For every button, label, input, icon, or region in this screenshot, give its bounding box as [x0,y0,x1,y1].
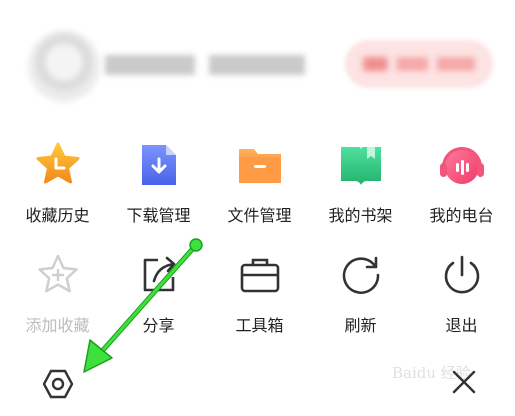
menu-item-file-manager[interactable]: 文件管理 [209,132,310,242]
menu-item-label: 分享 [142,316,175,335]
menu-item-label: 退出 [445,316,478,335]
close-button[interactable] [442,362,486,406]
headphones-icon [437,140,487,190]
menu-item-label: 下载管理 [126,206,191,225]
menu-row-2: 添加收藏 分享 工具箱 刷新 退出 [7,242,512,352]
menu-item-label: 添加收藏 [25,316,90,335]
menu-item-label: 我的书架 [328,206,393,225]
menu-item-my-bookshelf[interactable]: 我的书架 [310,132,411,242]
menu-item-label: 工具箱 [235,316,284,335]
close-icon [450,368,478,400]
vip-badge-button[interactable] [345,40,493,88]
account-header[interactable] [0,0,515,120]
username [105,55,305,75]
download-file-icon [134,140,184,190]
menu-grid: 收藏历史 下载管理 文件管理 我的书架 我的电台 添加收藏 分享 工具箱 刷新 … [7,132,512,352]
add-star-icon [33,250,83,300]
refresh-icon [336,250,386,300]
menu-item-label: 收藏历史 [25,206,90,225]
settings-hexagon-icon [41,367,75,405]
share-icon [134,250,184,300]
menu-item-add-favorite[interactable]: 添加收藏 [7,242,108,352]
menu-item-toolbox[interactable]: 工具箱 [209,242,310,352]
menu-item-refresh[interactable]: 刷新 [310,242,411,352]
menu-row-1: 收藏历史 下载管理 文件管理 我的书架 我的电台 [7,132,512,242]
avatar[interactable] [28,30,100,102]
folder-icon [235,140,285,190]
menu-item-label: 刷新 [344,316,377,335]
power-icon [437,250,487,300]
menu-item-favorites-history[interactable]: 收藏历史 [7,132,108,242]
menu-item-exit[interactable]: 退出 [411,242,512,352]
toolbox-icon [235,250,285,300]
menu-item-label: 我的电台 [429,206,494,225]
menu-item-label: 文件管理 [227,206,292,225]
settings-button[interactable] [36,364,80,408]
star-clock-icon [33,140,83,190]
menu-item-my-radio[interactable]: 我的电台 [411,132,512,242]
menu-item-share[interactable]: 分享 [108,242,209,352]
menu-item-download-manager[interactable]: 下载管理 [108,132,209,242]
book-icon [336,140,386,190]
